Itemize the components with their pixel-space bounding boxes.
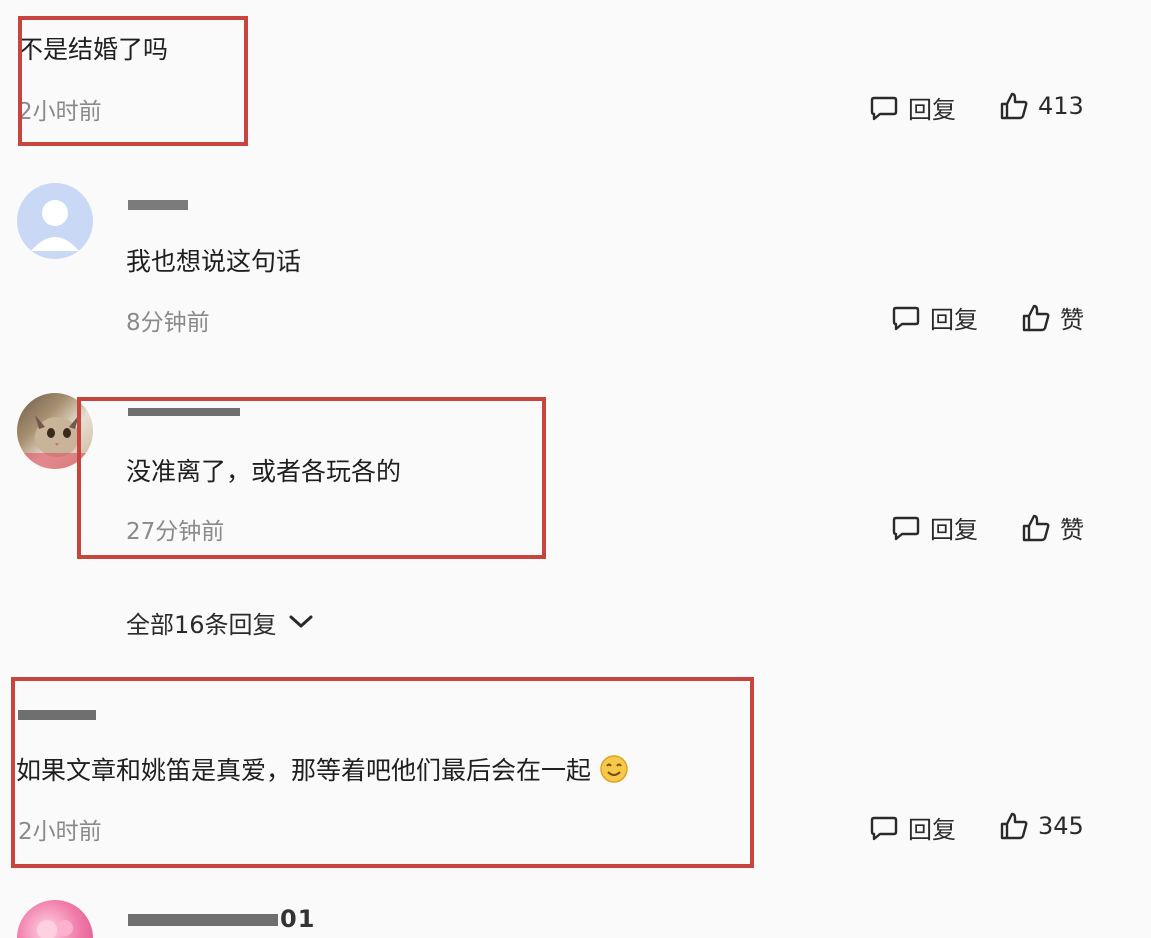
highlight-box xyxy=(18,16,248,146)
like-button[interactable]: 413 xyxy=(998,90,1084,122)
like-label: 赞 xyxy=(1060,306,1084,334)
reply-label: 回复 xyxy=(930,306,978,334)
highlight-box xyxy=(77,397,546,559)
like-count: 413 xyxy=(1038,92,1084,120)
highlight-box xyxy=(11,677,754,868)
username[interactable]: 01 xyxy=(280,905,315,933)
thumbs-up-icon xyxy=(998,810,1030,842)
comment-time: 8分钟前 xyxy=(126,310,210,336)
reply-label: 回复 xyxy=(908,96,956,124)
like-count: 345 xyxy=(1038,812,1084,840)
reply-button[interactable]: 回复 xyxy=(890,510,978,545)
like-button[interactable]: 赞 xyxy=(1020,300,1084,335)
comment-list: ▀▀▀▀ 不是结婚了吗 2小时前 回复 413 我也想说这句话 8分钟前 回复 xyxy=(0,0,1151,938)
username-redacted xyxy=(128,200,188,210)
thumbs-up-icon xyxy=(1020,302,1052,334)
thumbs-up-icon xyxy=(998,90,1030,122)
comment-bubble-icon xyxy=(868,92,900,124)
like-button[interactable]: 345 xyxy=(998,810,1084,842)
reply-button[interactable]: 回复 xyxy=(868,90,956,125)
reply-label: 回复 xyxy=(930,516,978,544)
comment-bubble-icon xyxy=(868,812,900,844)
anime-avatar[interactable] xyxy=(17,900,93,938)
comment-text: 我也想说这句话 xyxy=(126,247,302,276)
reply-button[interactable]: 回复 xyxy=(890,300,978,335)
comment-bubble-icon xyxy=(890,512,922,544)
reply-label: 回复 xyxy=(908,816,956,844)
chevron-down-icon xyxy=(287,609,315,637)
username-redacted xyxy=(128,914,278,926)
default-avatar-icon[interactable] xyxy=(17,183,93,259)
like-button[interactable]: 赞 xyxy=(1020,510,1084,545)
like-label: 赞 xyxy=(1060,516,1084,544)
reply-button[interactable]: 回复 xyxy=(868,810,956,845)
expand-replies-button[interactable]: 全部16条回复 xyxy=(126,605,315,640)
cropped-username: ▀▀▀▀ xyxy=(18,0,94,6)
comment-bubble-icon xyxy=(890,302,922,334)
thumbs-up-icon xyxy=(1020,512,1052,544)
expand-replies-label: 全部16条回复 xyxy=(126,611,277,639)
